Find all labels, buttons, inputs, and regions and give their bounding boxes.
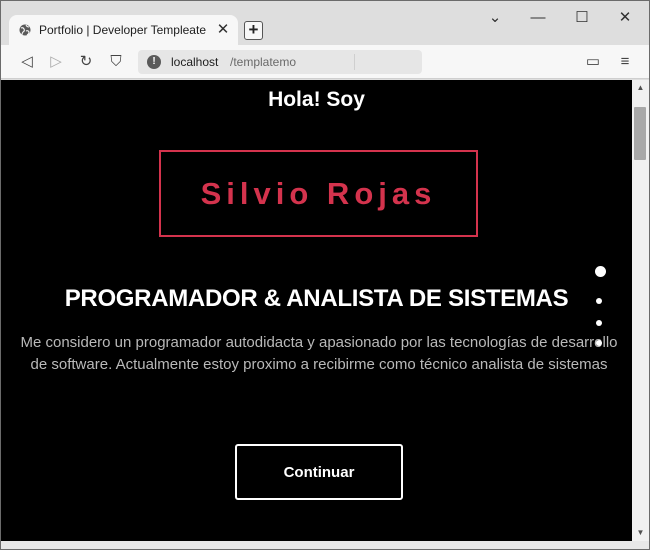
browser-toolbar: ◁ ▷ ↻ ⛉ ! localhost /templatemo ▭ ≡ bbox=[1, 45, 649, 79]
maximize-button[interactable]: ☐ bbox=[568, 9, 596, 27]
section-dot-3[interactable] bbox=[596, 320, 602, 326]
minimize-button[interactable]: — bbox=[524, 9, 552, 27]
scroll-down-arrow-icon[interactable]: ▼ bbox=[632, 525, 649, 541]
role-headline: PROGRAMADOR & ANALISTA DE SISTEMAS bbox=[64, 285, 569, 312]
wallet-icon[interactable]: ▭ bbox=[583, 52, 603, 72]
tab-close-icon[interactable]: ✕ bbox=[214, 21, 232, 39]
scroll-up-arrow-icon[interactable]: ▲ bbox=[632, 80, 649, 96]
forward-button[interactable]: ▷ bbox=[46, 52, 66, 72]
tab-portfolio[interactable]: Portfolio | Developer Templeate ✕ bbox=[9, 15, 238, 45]
section-dot-4[interactable] bbox=[596, 340, 602, 346]
reload-button[interactable]: ↻ bbox=[76, 52, 96, 72]
developer-name: Silvio Rojas bbox=[200, 176, 437, 211]
bookmark-icon[interactable]: ⛉ bbox=[106, 52, 126, 72]
menu-icon[interactable]: ≡ bbox=[615, 52, 635, 72]
name-frame: Silvio Rojas bbox=[159, 150, 478, 237]
address-bar[interactable]: ! localhost /templatemo bbox=[138, 50, 422, 74]
page-viewport: Hola! Soy Silvio Rojas PROGRAMADOR & ANA… bbox=[1, 80, 632, 541]
window-bottom-edge bbox=[1, 541, 649, 549]
browser-window: Portfolio | Developer Templeate ✕ + ⌄ — … bbox=[0, 0, 650, 550]
address-host: localhost bbox=[171, 55, 219, 69]
section-dot-2[interactable] bbox=[596, 298, 602, 304]
back-button[interactable]: ◁ bbox=[17, 52, 37, 72]
greeting-heading: Hola! Soy bbox=[268, 88, 365, 111]
section-dots-nav bbox=[595, 266, 609, 356]
address-divider bbox=[354, 54, 355, 70]
new-tab-button[interactable]: + bbox=[244, 21, 263, 40]
section-dot-1[interactable] bbox=[595, 266, 606, 277]
tab-strip: Portfolio | Developer Templeate ✕ + ⌄ — … bbox=[1, 1, 649, 45]
tab-search-dropdown-icon[interactable]: ⌄ bbox=[481, 9, 509, 27]
address-path: /templatemo bbox=[230, 55, 297, 69]
site-info-icon[interactable]: ! bbox=[147, 55, 161, 69]
intro-description: Me considero un programador autodidacta … bbox=[20, 334, 618, 373]
close-window-button[interactable]: ✕ bbox=[611, 9, 639, 27]
continue-button[interactable]: Continuar bbox=[235, 444, 403, 500]
vertical-scrollbar[interactable]: ▲ ▼ bbox=[632, 80, 649, 541]
scrollbar-thumb[interactable] bbox=[634, 107, 646, 160]
tab-title: Portfolio | Developer Templeate bbox=[39, 23, 206, 37]
globe-icon bbox=[19, 24, 31, 36]
